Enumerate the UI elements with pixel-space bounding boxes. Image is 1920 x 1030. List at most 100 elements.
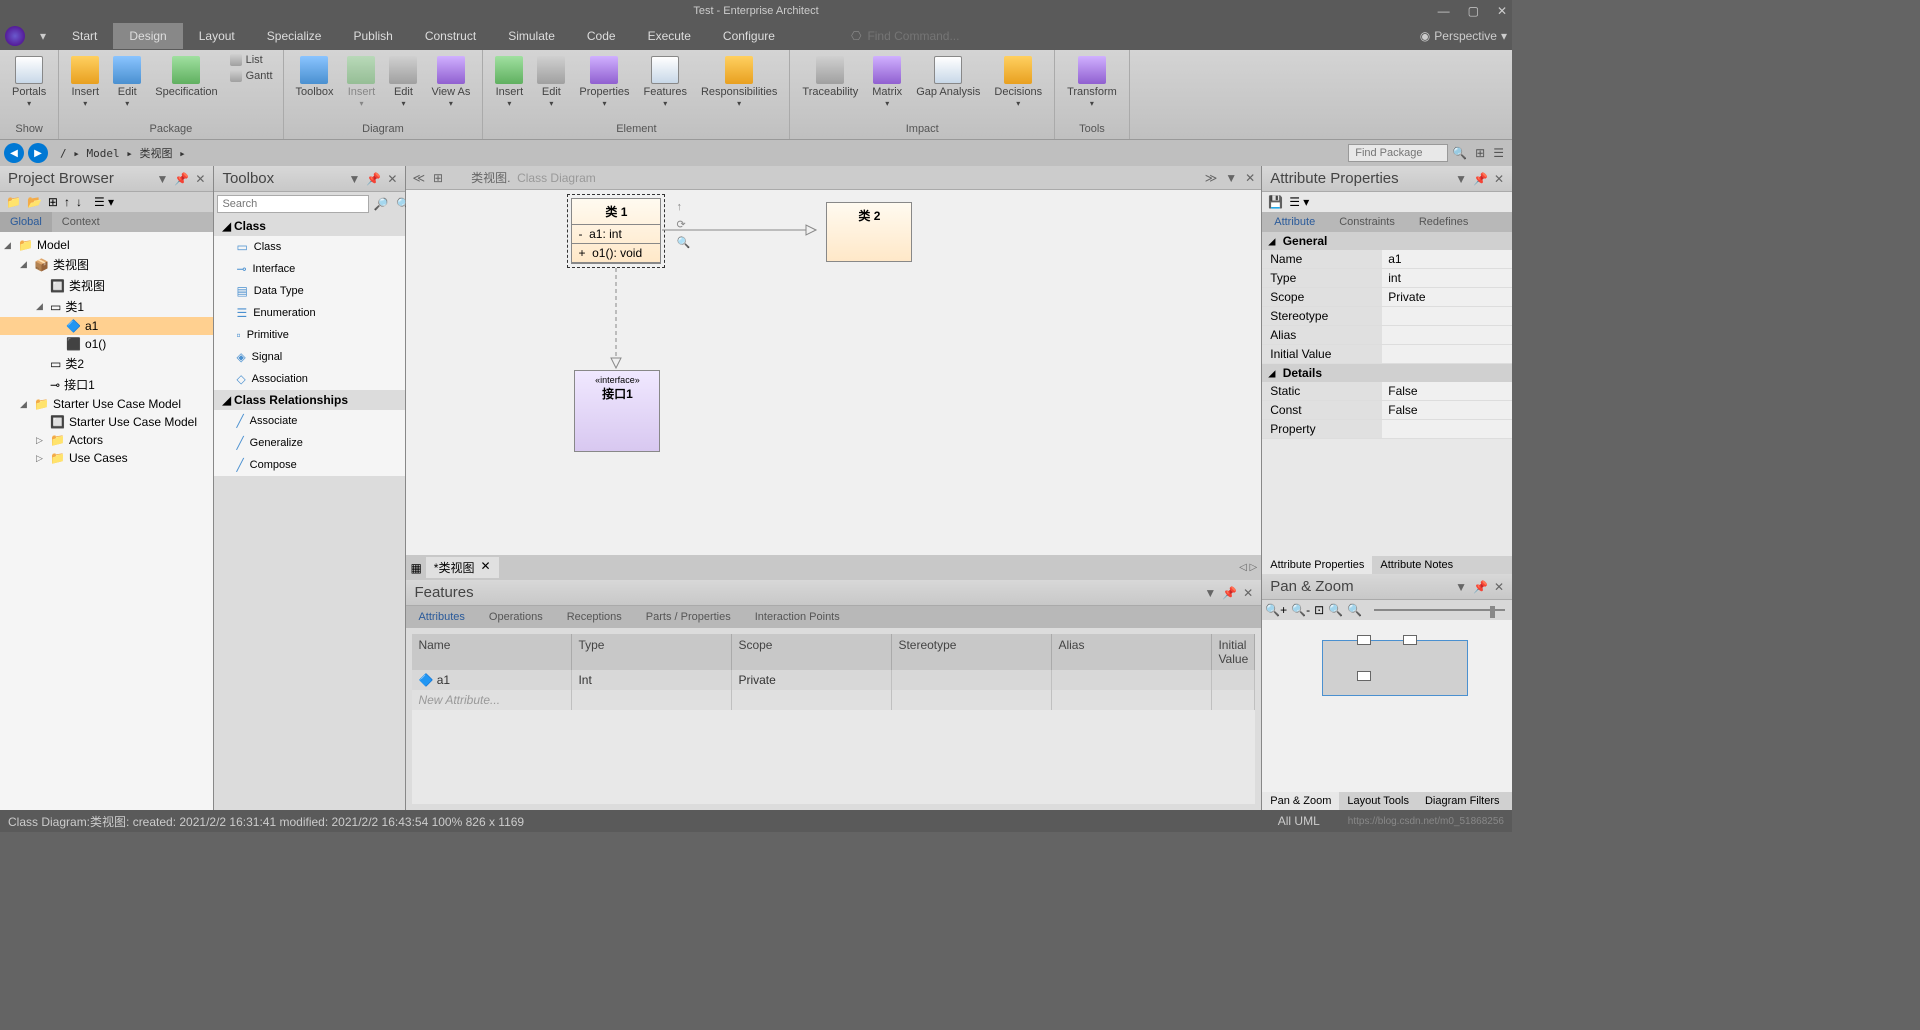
- tab-diagram-filters[interactable]: Diagram Filters: [1417, 792, 1508, 810]
- menu-icon[interactable]: ☰: [1493, 146, 1504, 160]
- menu-start[interactable]: Start: [56, 23, 113, 49]
- toolbox-association[interactable]: ◇Association: [214, 368, 405, 390]
- property-row[interactable]: Property: [1262, 420, 1512, 439]
- menu-layout[interactable]: Layout: [183, 23, 251, 49]
- tab-parts---properties[interactable]: Parts / Properties: [634, 606, 743, 628]
- diagram-canvas[interactable]: 类 1 - a1: int + o1(): void 类 2 «interfac…: [406, 190, 1261, 555]
- menu-simulate[interactable]: Simulate: [492, 23, 571, 49]
- toolbox-signal[interactable]: ◈Signal: [214, 346, 405, 368]
- search-icon[interactable]: 🔎: [369, 195, 392, 213]
- perspective-button[interactable]: ◉ Perspective ▾: [1420, 29, 1507, 43]
- tree-node[interactable]: ▷📁Actors: [0, 431, 213, 449]
- tree-icon[interactable]: ⊞: [1475, 146, 1485, 160]
- quick-link-icons[interactable]: ↑⟳🔍: [676, 198, 690, 252]
- menu-construct[interactable]: Construct: [409, 23, 492, 49]
- tree-node[interactable]: ▷📁Use Cases: [0, 449, 213, 467]
- ribbon-gap-analysis[interactable]: Gap Analysis: [910, 52, 986, 102]
- hierarchy-icon[interactable]: ⊞: [48, 195, 58, 209]
- tree-node[interactable]: ◢📦类视图: [0, 254, 213, 275]
- toolbox-class[interactable]: ▭Class: [214, 236, 405, 258]
- save-icon[interactable]: 💾: [1268, 195, 1283, 209]
- toolbox-primitive[interactable]: ▫Primitive: [214, 324, 405, 346]
- ribbon-insert[interactable]: Insert▾: [489, 52, 529, 114]
- pan-zoom-view[interactable]: [1262, 620, 1512, 792]
- property-row[interactable]: Typeint: [1262, 269, 1512, 288]
- tab-pan-zoom[interactable]: Pan & Zoom: [1262, 792, 1339, 810]
- tab-attribute[interactable]: Attribute: [1262, 212, 1327, 232]
- tree-node[interactable]: ▭类2: [0, 353, 213, 374]
- uml-class-1[interactable]: 类 1 - a1: int + o1(): void: [571, 198, 661, 264]
- ribbon-insert[interactable]: Insert▾: [341, 52, 381, 114]
- find-command-input[interactable]: [867, 29, 1017, 43]
- col-header[interactable]: Name: [412, 634, 572, 670]
- property-row[interactable]: Alias: [1262, 326, 1512, 345]
- tab-attributes[interactable]: Attributes: [406, 606, 476, 628]
- tree-node[interactable]: ⬛o1(): [0, 335, 213, 353]
- minimize-icon[interactable]: —: [1438, 4, 1450, 18]
- ribbon-responsibilities[interactable]: Responsibilities▾: [695, 52, 783, 114]
- uml-class-2[interactable]: 类 2: [826, 202, 912, 262]
- new-attribute-row[interactable]: New Attribute...: [412, 690, 1255, 710]
- ribbon-edit[interactable]: Edit▾: [383, 52, 423, 114]
- col-header[interactable]: Type: [572, 634, 732, 670]
- tree-node[interactable]: ◢📁Starter Use Case Model: [0, 395, 213, 413]
- nav-forward-button[interactable]: ▶: [28, 143, 48, 163]
- tree-node[interactable]: 🔲Starter Use Case Model: [0, 413, 213, 431]
- close-icon[interactable]: ✕: [1497, 4, 1507, 18]
- zoom-out-icon[interactable]: 🔍-: [1291, 603, 1310, 617]
- zoom-fit-icon[interactable]: ⊡: [1314, 603, 1324, 617]
- ribbon-decisions[interactable]: Decisions▾: [988, 52, 1048, 114]
- col-header[interactable]: Initial Value: [1212, 634, 1255, 670]
- property-row[interactable]: StaticFalse: [1262, 382, 1512, 401]
- property-row[interactable]: Initial Value: [1262, 345, 1512, 364]
- tab-global[interactable]: Global: [0, 212, 52, 232]
- tree-node[interactable]: ◢▭类1: [0, 296, 213, 317]
- tab-layout-tools[interactable]: Layout Tools: [1339, 792, 1417, 810]
- tab-constraints[interactable]: Constraints: [1327, 212, 1407, 232]
- uml-interface-1[interactable]: «interface» 接口1: [574, 370, 660, 452]
- tree-node[interactable]: ⊸接口1: [0, 374, 213, 395]
- diagram-tab[interactable]: *类视图 ✕: [426, 557, 499, 578]
- menu-specialize[interactable]: Specialize: [251, 23, 338, 49]
- ribbon-portals[interactable]: Portals▾: [6, 52, 52, 114]
- dropdown-icon[interactable]: ▼: [157, 172, 169, 186]
- property-row[interactable]: Stereotype: [1262, 307, 1512, 326]
- col-header[interactable]: Stereotype: [892, 634, 1052, 670]
- canvas-nav-right-icon[interactable]: ≫: [1205, 171, 1218, 185]
- zoom-100-icon[interactable]: 🔍: [1328, 603, 1343, 617]
- details-section[interactable]: ◢ Details: [1262, 364, 1512, 382]
- find-package-input[interactable]: [1348, 144, 1448, 162]
- app-logo-icon[interactable]: [5, 26, 25, 46]
- close-tab-icon[interactable]: ✕: [480, 559, 490, 576]
- ribbon-edit[interactable]: Edit▾: [531, 52, 571, 114]
- down-icon[interactable]: ↓: [76, 195, 82, 209]
- toolbox-generalize[interactable]: ╱Generalize: [214, 432, 405, 454]
- up-icon[interactable]: ↑: [64, 195, 70, 209]
- hamburger-icon[interactable]: ☰ ▾: [94, 195, 114, 209]
- ribbon-toolbox[interactable]: Toolbox: [290, 52, 340, 102]
- menu-publish[interactable]: Publish: [337, 23, 408, 49]
- tree-node[interactable]: ◢📁Model: [0, 236, 213, 254]
- toolbox-associate[interactable]: ╱Associate: [214, 410, 405, 432]
- ribbon-gantt[interactable]: Gantt: [226, 68, 277, 84]
- close-panel-icon[interactable]: ✕: [195, 172, 205, 186]
- new-icon[interactable]: 📁: [6, 195, 21, 209]
- tree-node[interactable]: 🔲类视图: [0, 275, 213, 296]
- toolbox-enumeration[interactable]: ☰Enumeration: [214, 302, 405, 324]
- canvas-nav-left-icon[interactable]: ≪: [412, 171, 425, 185]
- col-header[interactable]: Alias: [1052, 634, 1212, 670]
- options-icon[interactable]: ☰ ▾: [1289, 195, 1309, 209]
- toolbox-category-class[interactable]: ◢ Class: [214, 216, 405, 236]
- menu-design[interactable]: Design: [113, 23, 182, 49]
- tab-redefines[interactable]: Redefines: [1407, 212, 1481, 232]
- nav-back-button[interactable]: ◀: [4, 143, 24, 163]
- toolbox-compose[interactable]: ╱Compose: [214, 454, 405, 476]
- property-row[interactable]: ScopePrivate: [1262, 288, 1512, 307]
- tab-context[interactable]: Context: [52, 212, 110, 232]
- maximize-icon[interactable]: ▢: [1468, 4, 1479, 18]
- toolbox-search-input[interactable]: [217, 195, 369, 213]
- property-row[interactable]: Namea1: [1262, 250, 1512, 269]
- ribbon-list[interactable]: List: [226, 52, 277, 68]
- breadcrumb[interactable]: / ▸ Model ▸ 类视图 ▸: [60, 145, 186, 161]
- menu-code[interactable]: Code: [571, 23, 632, 49]
